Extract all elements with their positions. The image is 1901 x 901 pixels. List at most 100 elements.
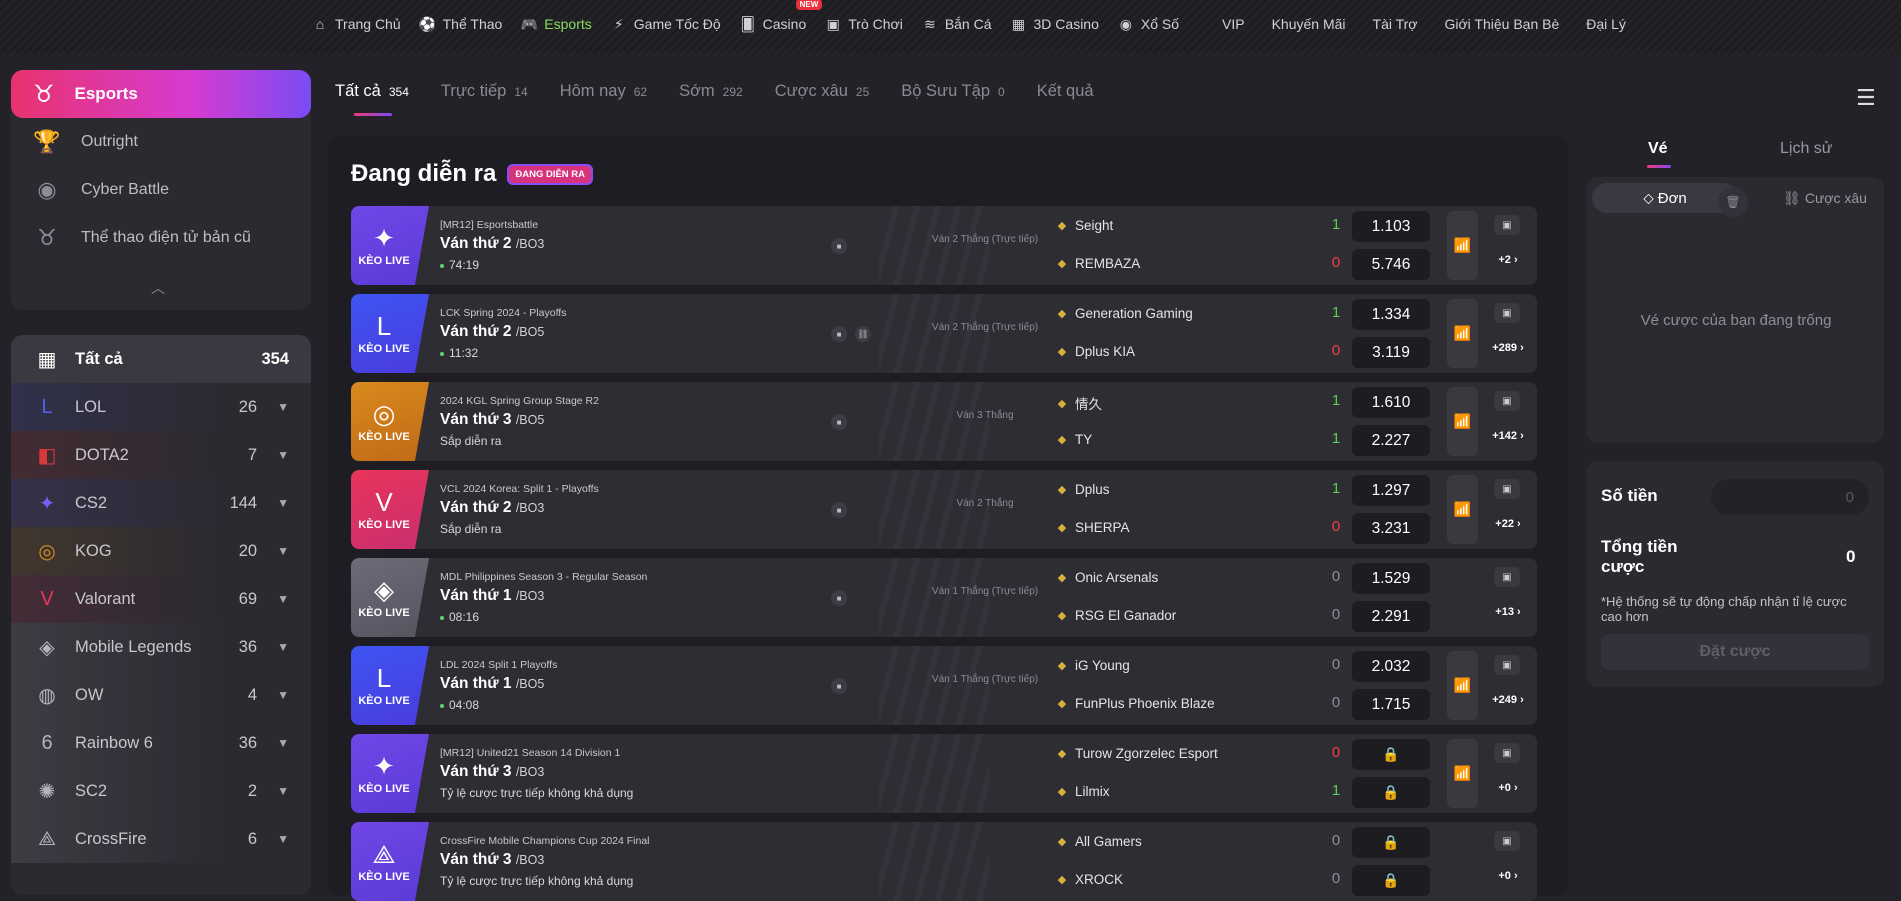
chevron-down-icon[interactable]: ▼: [277, 832, 289, 846]
stream-icon[interactable]: ▣: [1494, 303, 1520, 323]
menu-icon[interactable]: ☰: [1856, 85, 1876, 111]
tab-4[interactable]: Cược xâu 25: [775, 82, 870, 101]
more-markets-button[interactable]: +22 ›: [1478, 518, 1537, 530]
more-markets-button[interactable]: +0 ›: [1478, 782, 1537, 794]
odds-button[interactable]: 2.227: [1352, 425, 1430, 456]
stats-chart-icon[interactable]: 📶: [1447, 739, 1478, 808]
nav-item-7[interactable]: ▦ 3D Casino: [1011, 16, 1099, 33]
nav-link-4[interactable]: Đại Lý: [1586, 16, 1626, 32]
stats-chart-icon[interactable]: 📶: [1447, 387, 1478, 456]
nav-link-3[interactable]: Giới Thiệu Bạn Bè: [1444, 16, 1559, 32]
category-kog[interactable]: ◎ KOG 20 ▼: [11, 527, 311, 575]
odds-button[interactable]: 1.297: [1352, 475, 1430, 506]
stream-icon[interactable]: ▣: [1494, 567, 1520, 587]
camera-icon[interactable]: ■: [831, 238, 847, 254]
tab-2[interactable]: Hôm nay 62: [560, 82, 647, 101]
odds-button[interactable]: 1.529: [1352, 563, 1430, 594]
chevron-down-icon[interactable]: ▼: [277, 592, 289, 606]
category-dota2[interactable]: ◧ DOTA2 7 ▼: [11, 431, 311, 479]
chevron-down-icon[interactable]: ▼: [277, 688, 289, 702]
more-markets-button[interactable]: +2 ›: [1478, 254, 1537, 266]
more-markets-button[interactable]: +13 ›: [1478, 606, 1537, 618]
category-tất-cả[interactable]: ▦ Tất cả 354: [11, 335, 311, 383]
tab-0[interactable]: Tất cả 354: [335, 82, 409, 116]
nav-item-2[interactable]: 🎮 Esports: [521, 16, 592, 33]
more-markets-button[interactable]: +142 ›: [1478, 430, 1537, 442]
sidebar-item-legacy-esports[interactable]: ♉ Thể thao điện tử bản cũ: [11, 214, 311, 262]
nav-item-3[interactable]: ⚡ Game Tốc Độ: [611, 16, 721, 33]
chevron-down-icon[interactable]: ▼: [277, 544, 289, 558]
odds-button[interactable]: 5.746: [1352, 249, 1430, 280]
tab-3[interactable]: Sớm 292: [679, 82, 743, 101]
odds-button[interactable]: 3.119: [1352, 337, 1430, 368]
chevron-down-icon[interactable]: ▼: [277, 784, 289, 798]
match-row[interactable]: V KÈO LIVE VCL 2024 Korea: Split 1 - Play…: [351, 470, 1537, 549]
stream-icon[interactable]: ▣: [1494, 479, 1520, 499]
link-icon[interactable]: ⛓: [855, 326, 871, 342]
match-row[interactable]: ✦ KÈO LIVE [MR12] United21 Season 14 Divi…: [351, 734, 1537, 813]
more-markets-button[interactable]: +289 ›: [1478, 342, 1537, 354]
place-bet-button[interactable]: Đặt cược: [1601, 634, 1869, 670]
category-ow[interactable]: ◍ OW 4 ▼: [11, 671, 311, 719]
match-row[interactable]: L KÈO LIVE LCK Spring 2024 - Playoffs Ván…: [351, 294, 1537, 373]
tab-ticket[interactable]: Vé: [1647, 140, 1671, 168]
tab-1[interactable]: Trực tiếp 14: [441, 82, 528, 101]
camera-icon[interactable]: ■: [831, 502, 847, 518]
category-sc2[interactable]: ✺ SC2 2 ▼: [11, 767, 311, 815]
category-mobile-legends[interactable]: ◈ Mobile Legends 36 ▼: [11, 623, 311, 671]
match-row[interactable]: ◎ KÈO LIVE 2024 KGL Spring Group Stage R2…: [351, 382, 1537, 461]
more-markets-button[interactable]: +249 ›: [1478, 694, 1537, 706]
stream-icon[interactable]: ▣: [1494, 743, 1520, 763]
camera-icon[interactable]: ■: [831, 326, 847, 342]
match-row[interactable]: ◈ KÈO LIVE MDL Philippines Season 3 - Reg…: [351, 558, 1537, 637]
match-row[interactable]: ⟁ KÈO LIVE CrossFire Mobile Champions Cup…: [351, 822, 1537, 901]
match-row[interactable]: ✦ KÈO LIVE [MR12] Esportsbattle Ván thứ 2…: [351, 206, 1537, 285]
odds-button[interactable]: 3.231: [1352, 513, 1430, 544]
odds-button[interactable]: 1.334: [1352, 299, 1430, 330]
stats-chart-icon[interactable]: 📶: [1447, 475, 1478, 544]
chevron-down-icon[interactable]: ▼: [277, 448, 289, 462]
odds-button[interactable]: 2.291: [1352, 601, 1430, 632]
sidebar-item-outright[interactable]: 🏆 Outright: [11, 118, 311, 166]
chevron-down-icon[interactable]: ▼: [277, 736, 289, 750]
parlay-button[interactable]: ⛓ Cược xâu: [1772, 183, 1878, 213]
camera-icon[interactable]: ■: [831, 414, 847, 430]
chevron-down-icon[interactable]: ▼: [277, 496, 289, 510]
category-cs2[interactable]: ✦ CS2 144 ▼: [11, 479, 311, 527]
nav-item-1[interactable]: ⚽ Thể Thao: [419, 16, 502, 33]
stream-icon[interactable]: ▣: [1494, 831, 1520, 851]
camera-icon[interactable]: ■: [831, 678, 847, 694]
tab-6[interactable]: Kết quả: [1037, 82, 1102, 101]
tab-5[interactable]: Bộ Sưu Tập 0: [901, 82, 1004, 101]
nav-link-1[interactable]: Khuyến Mãi: [1272, 16, 1346, 32]
esports-header[interactable]: ♉ Esports: [11, 70, 311, 118]
match-row[interactable]: L KÈO LIVE LDL 2024 Split 1 Playoffs Ván …: [351, 646, 1537, 725]
nav-link-2[interactable]: Tài Trợ: [1373, 16, 1418, 32]
stream-icon[interactable]: ▣: [1494, 215, 1520, 235]
stream-icon[interactable]: ▣: [1494, 655, 1520, 675]
trash-icon[interactable]: 🗑: [1718, 187, 1748, 217]
tab-history[interactable]: Lịch sử: [1780, 140, 1833, 158]
category-crossfire[interactable]: ⟁ CrossFire 6 ▼: [11, 815, 311, 863]
stats-chart-icon[interactable]: 📶: [1447, 211, 1478, 280]
nav-item-5[interactable]: ▣ Trò Chơi: [825, 16, 903, 33]
category-rainbow-6[interactable]: 6 Rainbow 6 36 ▼: [11, 719, 311, 767]
chevron-down-icon[interactable]: ▼: [277, 400, 289, 414]
stats-chart-icon[interactable]: 📶: [1447, 299, 1478, 368]
chevron-down-icon[interactable]: ▼: [277, 640, 289, 654]
odds-button[interactable]: 1.715: [1352, 689, 1430, 720]
nav-item-4[interactable]: 🂠 Casino NEW: [740, 0, 823, 32]
nav-item-8[interactable]: ◉ Xổ Số: [1118, 16, 1179, 33]
category-valorant[interactable]: V Valorant 69 ▼: [11, 575, 311, 623]
nav-link-0[interactable]: VIP: [1222, 16, 1245, 32]
stats-chart-icon[interactable]: 📶: [1447, 651, 1478, 720]
nav-item-0[interactable]: ⌂ Trang Chủ: [312, 16, 401, 32]
category-lol[interactable]: L LOL 26 ▼: [11, 383, 311, 431]
amount-input[interactable]: 0: [1711, 479, 1869, 515]
more-markets-button[interactable]: +0 ›: [1478, 870, 1537, 882]
odds-button[interactable]: 2.032: [1352, 651, 1430, 682]
nav-item-6[interactable]: ≋ Bắn Cá: [922, 16, 992, 33]
odds-button[interactable]: 1.103: [1352, 211, 1430, 242]
camera-icon[interactable]: ■: [831, 590, 847, 606]
single-bet-button[interactable]: ⬦ Đơn: [1592, 183, 1738, 213]
